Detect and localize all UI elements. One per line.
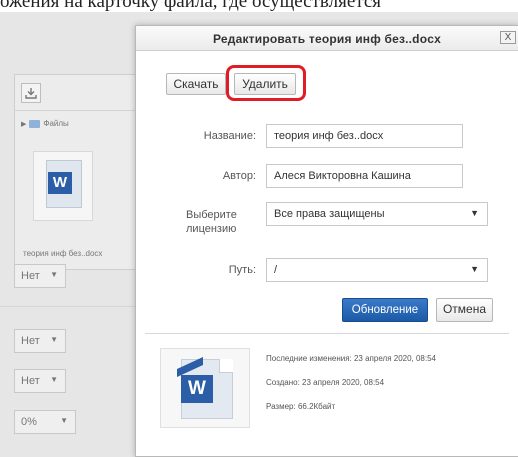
license-label: Выберите лицензию xyxy=(186,209,237,235)
path-label: Путь: xyxy=(228,264,256,276)
author-label: Автор: xyxy=(222,170,256,182)
select-value: Нет xyxy=(21,270,40,282)
caret-down-icon: ▼ xyxy=(60,416,68,425)
author-field[interactable]: Алеся Викторовна Кашина xyxy=(266,164,463,188)
path-select-value: / xyxy=(274,264,278,276)
select-1[interactable]: Нет ▼ xyxy=(14,264,66,288)
close-button[interactable]: X xyxy=(500,31,516,44)
select-value: 0% xyxy=(21,416,37,428)
download-button[interactable]: Скачать xyxy=(166,73,226,95)
select-value: Нет xyxy=(21,375,40,387)
divider xyxy=(0,306,150,307)
caret-down-icon: ▼ xyxy=(470,208,479,218)
file-manager-toolbar xyxy=(15,75,141,111)
dialog-divider xyxy=(145,333,509,334)
caret-down-icon: ▼ xyxy=(50,375,58,384)
file-name: теория инф без..docx xyxy=(23,249,103,258)
name-field[interactable]: теория инф без..docx xyxy=(266,124,463,148)
caret-down-icon: ▼ xyxy=(50,335,58,344)
modified-info: Последние изменения: 23 апреля 2020, 08:… xyxy=(266,354,437,363)
path-select[interactable]: / ▼ xyxy=(266,258,488,282)
license-select[interactable]: Все права защищены ▼ xyxy=(266,202,488,226)
update-button[interactable]: Обновление xyxy=(342,298,428,322)
file-manager-panel: ▶ Файлы W теория инф без..docx xyxy=(14,74,142,270)
size-info: Размер: 66.2Кбайт xyxy=(266,402,336,411)
license-select-value: Все права защищены xyxy=(274,208,385,220)
cancel-button[interactable]: Отмена xyxy=(436,298,493,322)
highlight-frame xyxy=(226,65,306,101)
select-2[interactable]: Нет ▼ xyxy=(14,329,66,353)
upload-button[interactable] xyxy=(21,83,41,103)
breadcrumb[interactable]: ▶ Файлы xyxy=(21,119,69,128)
name-label: Название: xyxy=(203,130,256,142)
caret-right-icon: ▶ xyxy=(21,120,27,128)
caret-down-icon: ▼ xyxy=(50,270,58,279)
caret-down-icon: ▼ xyxy=(470,264,479,274)
select-value: Нет xyxy=(21,335,40,347)
breadcrumb-label: Файлы xyxy=(43,119,69,128)
word-icon: W xyxy=(181,375,213,403)
folder-icon xyxy=(29,119,41,128)
file-preview: W xyxy=(160,348,250,428)
word-icon: W xyxy=(48,172,72,194)
file-thumbnail[interactable]: W xyxy=(33,151,93,221)
created-info: Создано: 23 апреля 2020, 08:54 xyxy=(266,378,385,387)
dialog-title: Редактировать теория инф без..docx xyxy=(213,32,441,46)
select-3[interactable]: Нет ▼ xyxy=(14,369,66,393)
select-4[interactable]: 0% ▼ xyxy=(14,410,76,434)
download-tray-icon xyxy=(25,88,37,99)
dialog-header: Редактировать теория инф без..docx X xyxy=(136,26,518,51)
